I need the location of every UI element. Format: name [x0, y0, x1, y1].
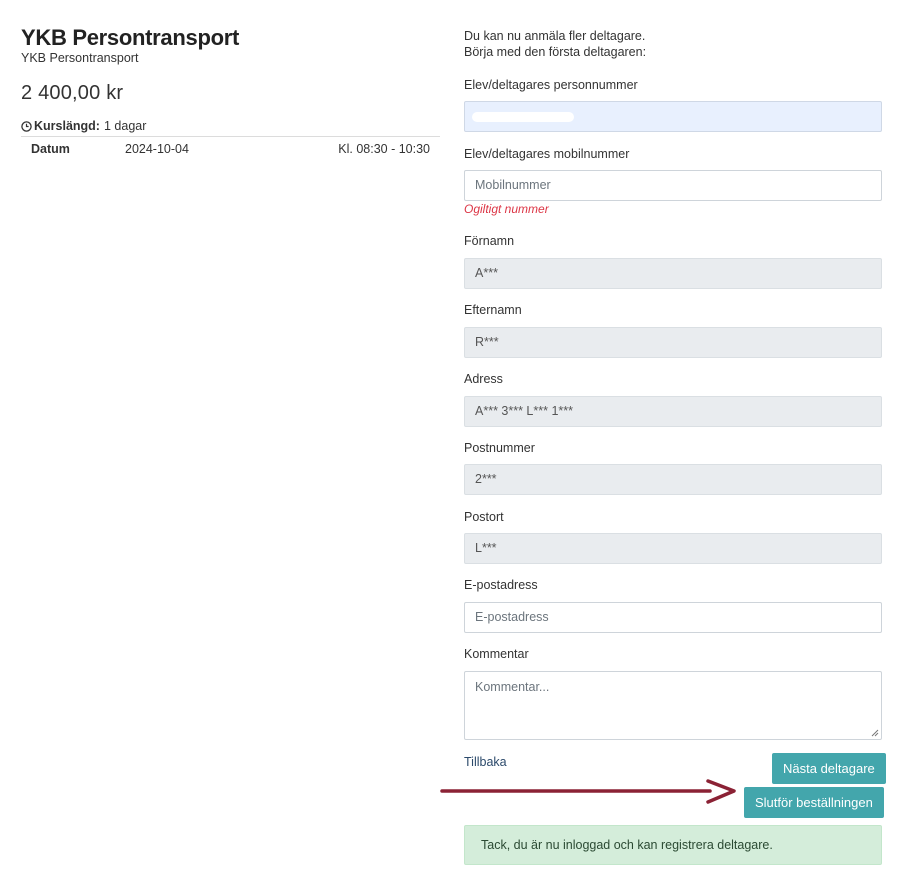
- duration-value: 1 dagar: [103, 119, 147, 133]
- mobil-placeholder: Mobilnummer: [475, 178, 551, 192]
- course-price: 2 400,00 kr: [21, 82, 124, 104]
- duration-label: Kurslängd:: [34, 119, 100, 133]
- kommentar-placeholder: Kommentar...: [475, 680, 550, 694]
- postort-input: L***: [464, 533, 882, 564]
- course-duration: Kurslängd: 1 dagar: [21, 119, 440, 137]
- arrow-annotation: [440, 779, 736, 804]
- redaction-mark: [472, 112, 574, 122]
- intro-line-1: Du kan nu anmäla fler deltagare.: [464, 29, 646, 43]
- fornamn-value: A***: [475, 266, 498, 280]
- fornamn-label: Förnamn: [464, 234, 515, 248]
- postnummer-value: 2***: [475, 472, 497, 486]
- resize-grip-icon[interactable]: [871, 729, 879, 737]
- course-title: YKB Persontransport: [21, 25, 240, 50]
- date-value: 2024-10-04: [125, 142, 189, 156]
- course-date-row: Datum 2024-10-04 Kl. 08:30 - 10:30: [21, 137, 440, 161]
- course-summary: YKB Persontransport YKB Persontransport …: [21, 24, 440, 161]
- date-label: Datum: [31, 142, 70, 156]
- adress-input: A*** 3*** L*** 1***: [464, 396, 882, 427]
- course-subtitle: YKB Persontransport: [21, 51, 139, 65]
- epost-input[interactable]: E-postadress: [464, 602, 882, 633]
- time-value: Kl. 08:30 - 10:30: [338, 142, 430, 156]
- fornamn-input: A***: [464, 258, 882, 289]
- efternamn-value: R***: [475, 335, 499, 349]
- finish-order-button[interactable]: Slutför beställningen: [744, 787, 884, 818]
- postort-value: L***: [475, 541, 497, 555]
- efternamn-label: Efternamn: [464, 303, 522, 317]
- mobil-input[interactable]: Mobilnummer: [464, 170, 882, 201]
- next-participant-button[interactable]: Nästa deltagare: [772, 753, 886, 784]
- mobil-error: Ogiltigt nummer: [464, 202, 549, 216]
- epost-label: E-postadress: [464, 578, 538, 592]
- adress-value: A*** 3*** L*** 1***: [475, 404, 573, 418]
- intro-text: Du kan nu anmäla fler deltagare. Börja m…: [464, 28, 882, 60]
- kommentar-textarea[interactable]: Kommentar...: [464, 671, 882, 740]
- clock-icon: [21, 120, 32, 132]
- mobil-label: Elev/deltagares mobilnummer: [464, 147, 630, 161]
- epost-placeholder: E-postadress: [475, 610, 549, 624]
- back-link[interactable]: Tillbaka: [464, 755, 507, 769]
- success-alert: Tack, du är nu inloggad och kan registre…: [464, 825, 882, 865]
- kommentar-label: Kommentar: [464, 647, 529, 661]
- postnummer-label: Postnummer: [464, 441, 535, 455]
- postort-label: Postort: [464, 510, 504, 524]
- postnummer-input: 2***: [464, 464, 882, 495]
- adress-label: Adress: [464, 372, 503, 386]
- efternamn-input: R***: [464, 327, 882, 358]
- personnummer-label: Elev/deltagares personnummer: [464, 78, 638, 92]
- intro-line-2: Börja med den första deltagaren:: [464, 45, 647, 59]
